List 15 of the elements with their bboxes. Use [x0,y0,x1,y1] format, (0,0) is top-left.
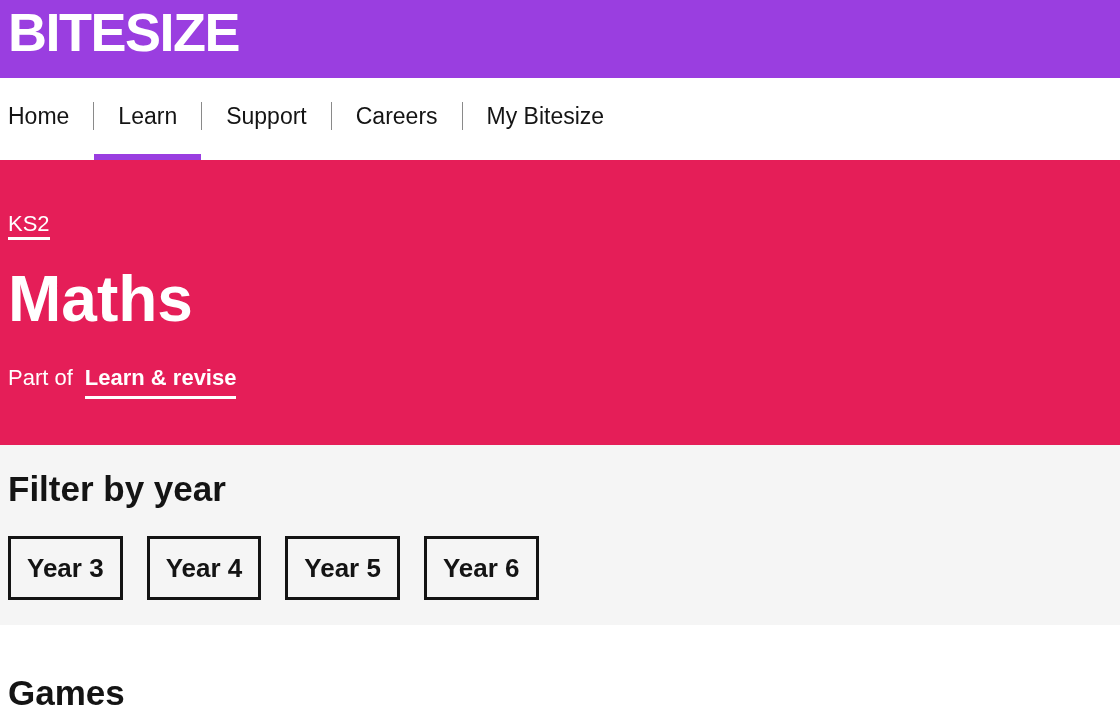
breadcrumb-link[interactable]: KS2 [8,211,50,241]
nav-tab[interactable]: Support [202,78,331,160]
year-button[interactable]: Year 4 [146,536,262,601]
nav-tab[interactable]: Home [8,78,94,160]
year-button[interactable]: Year 6 [423,536,539,601]
page-title: Maths [8,264,193,335]
parent-link[interactable]: Learn & revise [84,364,237,400]
site-logo[interactable]: BITESIZE [8,5,240,59]
nav-tab[interactable]: My Bitesize [462,78,629,160]
year-button[interactable]: Year 5 [285,536,400,601]
nav-tab[interactable]: Careers [331,78,462,160]
section-heading: Games [8,672,126,715]
part-of-label: Part of [8,364,73,392]
filter-heading: Filter by year [8,468,227,511]
year-button[interactable]: Year 3 [8,536,123,601]
